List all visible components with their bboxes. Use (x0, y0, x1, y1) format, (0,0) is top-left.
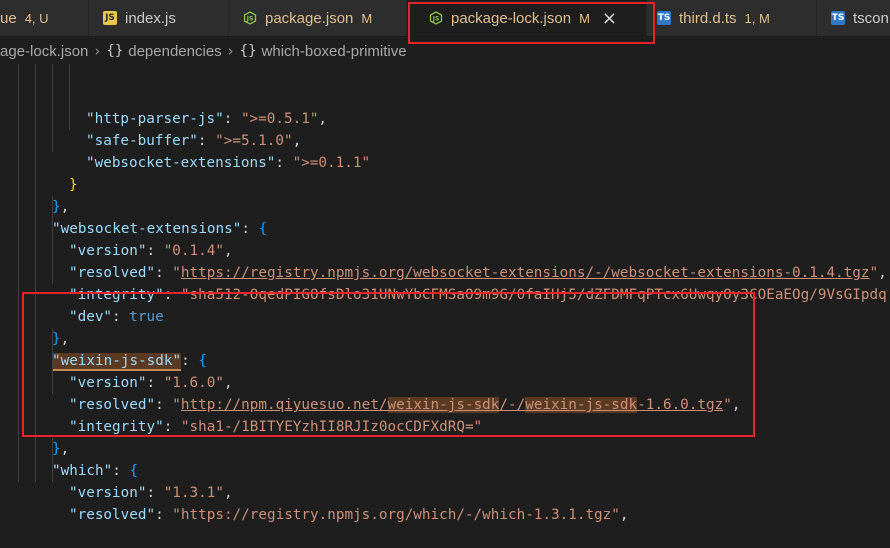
tab-status: M (361, 10, 373, 26)
code-line: }, (0, 284, 69, 347)
json-key: "resolved" (69, 265, 156, 281)
nodejs-file-icon: JS (243, 11, 257, 25)
json-key: "http-parser-js" (86, 111, 224, 127)
json-key: "dev" (69, 309, 113, 325)
code-line: "integrity": "sha1-/1BITYEYzhII8RJIz0ocC… (0, 372, 482, 435)
code-line: }, (0, 152, 69, 215)
js-file-icon: JS (103, 11, 117, 25)
close-icon[interactable]: × (602, 8, 617, 29)
json-value: true (129, 309, 164, 325)
brace: } (52, 331, 61, 347)
tab-ue[interactable]: ue 4, U (0, 0, 89, 36)
url-link[interactable]: http://npm.qiyuesuo.net/ (181, 397, 388, 413)
nodejs-file-icon: JS (429, 11, 443, 25)
json-key: "integrity" (69, 287, 164, 303)
code-line: }, (0, 394, 69, 457)
url-link[interactable]: /-/ (499, 397, 525, 413)
code-line: "websocket-extensions": ">=0.1.1" (0, 108, 370, 171)
editor-tab-bar: ue 4, U JS index.js JS package.json M JS… (0, 0, 890, 37)
chevron-right-icon: › (94, 42, 101, 60)
json-value: "https://registry.npmjs.org/which/-/whic… (172, 507, 620, 523)
tab-label: ue (0, 9, 17, 27)
code-line: "integrity": "sha512-OqedPIGOfsDlo31UNwY… (0, 240, 887, 303)
json-value: "1.3.1" (163, 485, 224, 501)
json-key: "resolved" (69, 507, 156, 523)
tab-third-d-ts[interactable]: TS third.d.ts 1, M (647, 0, 817, 36)
tab-status: M (579, 10, 590, 26)
json-value: ">=0.5.1" (240, 111, 319, 127)
code-line: "version": "0.1.4", (0, 196, 233, 259)
tab-status: 4, U (24, 10, 49, 26)
code-line: "safe-buffer": ">=5.1.0", (0, 86, 301, 149)
breadcrumb-which-boxed-primitive[interactable]: which-boxed-primitive (262, 43, 407, 60)
brace: } (52, 441, 61, 457)
chevron-right-icon: › (227, 42, 234, 60)
json-value: ">=5.1.0" (215, 133, 293, 149)
url-link-highlight[interactable]: weixin-js-sdk (387, 397, 500, 413)
tab-tsconfig[interactable]: TS tscon (817, 0, 890, 36)
json-key: "which" (52, 463, 113, 479)
tab-label: package-lock.json (451, 9, 572, 27)
json-value: "1.6.0" (163, 375, 224, 391)
code-line: "version": "1.3.1", (0, 438, 233, 501)
url-link-highlight[interactable]: weixin-js-sdk (525, 397, 638, 413)
code-line: } (0, 130, 78, 193)
code-line: "which": { (0, 416, 138, 479)
json-key: "safe-buffer" (86, 133, 198, 149)
code-line: "resolved": "https://registry.npmjs.org/… (0, 460, 629, 523)
code-line: "resolved": "http://npm.qiyuesuo.net/wei… (0, 350, 740, 413)
object-icon: {} (239, 43, 257, 59)
json-key: "websocket-extensions" (86, 155, 276, 171)
json-value: ">=0.1.1" (292, 155, 371, 171)
tab-label: tscon (853, 9, 889, 27)
breadcrumb-file[interactable]: age-lock.json (0, 43, 88, 60)
code-line: "websocket-extensions": { (0, 174, 267, 237)
brace: } (52, 199, 61, 215)
brace: } (69, 177, 78, 193)
json-value: "0.1.4" (163, 243, 224, 259)
json-value: "sha512-OqedPIGOfsDlo31UNwYbCFMSaO9m9G/0… (180, 287, 887, 303)
url-link[interactable]: -1.6.0.tgz (637, 397, 723, 413)
json-key: "resolved" (69, 397, 156, 413)
json-value: "sha1-/1BITYEYzhII8RJIz0ocCDFXdRQ=" (180, 419, 483, 435)
json-key: "version" (69, 375, 147, 391)
url-link[interactable]: https://registry.npmjs.org/websocket-ext… (181, 265, 870, 281)
tab-status: 1, M (744, 10, 770, 26)
tab-package-lock-json[interactable]: JS package-lock.json M × (407, 0, 647, 36)
json-key: "integrity" (69, 419, 164, 435)
code-line: "version": "1.6.0", (0, 328, 233, 391)
json-key-highlighted: "weixin-js-sdk" (52, 353, 182, 371)
tab-package-json[interactable]: JS package.json M (229, 0, 407, 36)
tab-label: third.d.ts (679, 9, 737, 27)
tab-index-js[interactable]: JS index.js (89, 0, 229, 36)
json-key: "version" (69, 485, 147, 501)
code-line: "http-parser-js": ">=0.5.1", (0, 64, 327, 127)
code-line: "dev": true (0, 262, 164, 325)
code-line: "weixin-js-sdk": { (0, 306, 207, 371)
breadcrumb-dependencies[interactable]: dependencies (128, 43, 221, 60)
object-icon: {} (106, 43, 124, 59)
breadcrumb: age-lock.json › {} dependencies › {} whi… (0, 37, 890, 65)
code-line: "resolved": "https://registry.npmjs.org/… (0, 218, 887, 281)
ts-file-icon: TS (657, 11, 671, 25)
json-key: "websocket-extensions" (52, 221, 242, 237)
tab-label: index.js (125, 9, 176, 27)
svg-text:JS: JS (432, 16, 440, 23)
ts-file-icon: TS (831, 11, 845, 25)
json-key: "version" (69, 243, 147, 259)
svg-text:JS: JS (246, 16, 254, 23)
tab-label: package.json (265, 9, 354, 27)
